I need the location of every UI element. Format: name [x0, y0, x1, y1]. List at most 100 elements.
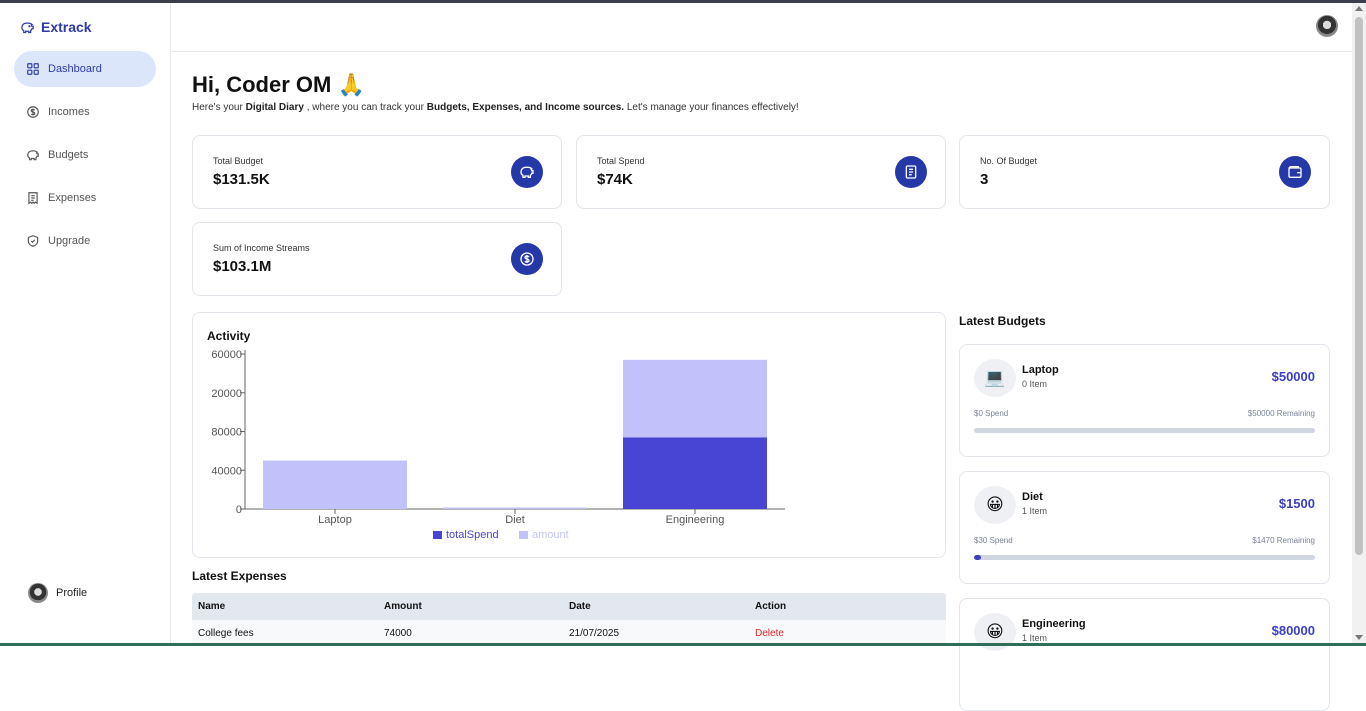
app-name: Extrack	[41, 19, 92, 35]
dashboard-grid-icon	[26, 62, 40, 76]
column-header: Amount	[384, 601, 422, 612]
budget-item-count: 1 Item	[1022, 633, 1047, 643]
budget-card-diet[interactable]: 😀 Diet 1 Item $1500 $30 Spend $1470 Rema…	[959, 471, 1330, 584]
card-value: $103.1M	[213, 258, 271, 275]
card-income-streams: Sum of Income Streams $103.1M	[192, 222, 562, 296]
sidebar-item-budgets[interactable]: Budgets	[14, 137, 156, 173]
budget-remaining: $1470 Remaining	[1252, 536, 1315, 545]
sidebar-nav: Dashboard Incomes Budgets Expenses Upgra…	[14, 51, 156, 266]
expense-name: College fees	[198, 628, 254, 639]
sidebar-item-label: Incomes	[48, 106, 90, 118]
budget-item-count: 0 Item	[1022, 379, 1047, 389]
card-icon-circle	[511, 156, 543, 188]
y-tick-label: 40000	[211, 465, 242, 477]
dollar-circle-icon	[519, 251, 535, 267]
x-tick-label: Laptop	[318, 514, 352, 526]
y-tick-label: 80000	[211, 427, 242, 439]
card-value: 3	[980, 171, 988, 188]
budget-card-laptop[interactable]: 💻 Laptop 0 Item $50000 $0 Spend $50000 R…	[959, 344, 1330, 457]
sidebar-item-label: Budgets	[48, 149, 88, 161]
receipt-icon	[903, 164, 919, 180]
user-avatar-button[interactable]	[1316, 15, 1338, 37]
y-tick-label: 60000	[211, 349, 242, 361]
wallet-icon	[1287, 164, 1303, 180]
sidebar-item-label: Dashboard	[48, 63, 102, 75]
piggy-bank-icon	[26, 148, 40, 162]
scrollbar-thumb[interactable]	[1355, 17, 1363, 555]
budget-card-engineering[interactable]: 😀 Engineering 1 Item $80000	[959, 598, 1330, 711]
card-label: Total Spend	[597, 156, 645, 166]
card-icon-circle	[511, 243, 543, 275]
y-tick-label: 20000	[211, 388, 242, 400]
card-icon-circle	[1279, 156, 1311, 188]
sidebar-item-expenses[interactable]: Expenses	[14, 180, 156, 216]
budget-spend: $0 Spend	[974, 409, 1008, 418]
budget-progress-bar	[974, 428, 1315, 433]
page-subtitle: Here's your Digital Diary , where you ca…	[192, 102, 799, 113]
scroll-down-arrow-icon[interactable]	[1355, 635, 1363, 640]
receipt-icon	[26, 191, 40, 205]
budget-name: Diet	[1022, 491, 1043, 503]
expense-date: 21/07/2025	[569, 628, 619, 639]
sidebar-item-upgrade[interactable]: Upgrade	[14, 223, 156, 259]
legend-swatch	[519, 531, 528, 539]
avatar	[28, 583, 48, 603]
budget-name: Engineering	[1022, 618, 1086, 630]
legend-swatch	[433, 531, 442, 539]
card-icon-circle	[895, 156, 927, 188]
sidebar-item-incomes[interactable]: Incomes	[14, 94, 156, 130]
x-tick-label: Engineering	[666, 514, 725, 526]
card-total-budget: Total Budget $131.5K	[192, 135, 562, 209]
column-header: Date	[569, 601, 591, 612]
card-value: $131.5K	[213, 171, 270, 188]
dollar-circle-icon	[26, 105, 40, 119]
legend-label: totalSpend	[446, 529, 499, 541]
card-total-spend: Total Spend $74K	[576, 135, 946, 209]
budget-progress-fill	[974, 555, 981, 560]
x-tick-label: Diet	[505, 514, 525, 526]
subtitle-text: , where you can track your	[304, 102, 427, 113]
card-number-of-budgets: No. Of Budget 3	[959, 135, 1330, 209]
card-value: $74K	[597, 171, 633, 188]
card-label: Sum of Income Streams	[213, 243, 310, 253]
page-scrollbar[interactable]	[1352, 3, 1366, 643]
budget-item-count: 1 Item	[1022, 506, 1047, 516]
bar-amount-laptop	[263, 461, 407, 509]
sidebar-item-label: Expenses	[48, 192, 96, 204]
budget-progress-bar	[974, 555, 1315, 560]
expense-amount: 74000	[384, 628, 412, 639]
activity-bar-chart: 040000800002000060000LaptopDietEngineeri…	[193, 313, 947, 559]
scroll-up-arrow-icon[interactable]	[1355, 6, 1363, 11]
table-header: Name Amount Date Action	[192, 593, 946, 620]
delete-expense-button[interactable]: Delete	[755, 628, 784, 639]
latest-expenses-title: Latest Expenses	[192, 569, 287, 583]
subtitle-bold: Budgets, Expenses, and Income sources.	[427, 102, 624, 113]
card-label: Total Budget	[213, 156, 263, 166]
budget-amount: $50000	[1272, 369, 1315, 384]
sidebar-profile[interactable]: Profile	[28, 583, 87, 603]
budget-amount: $1500	[1279, 496, 1315, 511]
bar-totalSpend-engineering	[623, 437, 767, 509]
piggy-bank-icon	[20, 20, 35, 35]
profile-label: Profile	[56, 587, 87, 599]
sidebar-item-dashboard[interactable]: Dashboard	[14, 51, 156, 87]
app-brand[interactable]: Extrack	[20, 19, 92, 35]
shield-check-icon	[26, 234, 40, 248]
top-header	[172, 3, 1352, 52]
piggy-bank-icon	[519, 164, 535, 180]
budget-remaining: $50000 Remaining	[1248, 409, 1315, 418]
bar-amount-diet	[443, 508, 587, 509]
sidebar: Extrack Dashboard Incomes Budgets Expens…	[0, 3, 171, 643]
legend-label: amount	[532, 529, 569, 541]
column-header: Name	[198, 601, 225, 612]
page-title: Hi, Coder OM 🙏	[192, 72, 365, 98]
activity-chart-panel: Activity 040000800002000060000LaptopDiet…	[192, 312, 946, 558]
latest-budgets-title: Latest Budgets	[959, 314, 1046, 328]
smiley-emoji-icon: 😀	[974, 486, 1016, 524]
subtitle-text: Let's manage your finances effectively!	[624, 102, 799, 113]
budget-spend: $30 Spend	[974, 536, 1013, 545]
sidebar-item-label: Upgrade	[48, 235, 90, 247]
laptop-emoji-icon: 💻	[974, 359, 1016, 397]
subtitle-text: Here's your	[192, 102, 246, 113]
expenses-table: Name Amount Date Action College fees 740…	[192, 593, 946, 646]
